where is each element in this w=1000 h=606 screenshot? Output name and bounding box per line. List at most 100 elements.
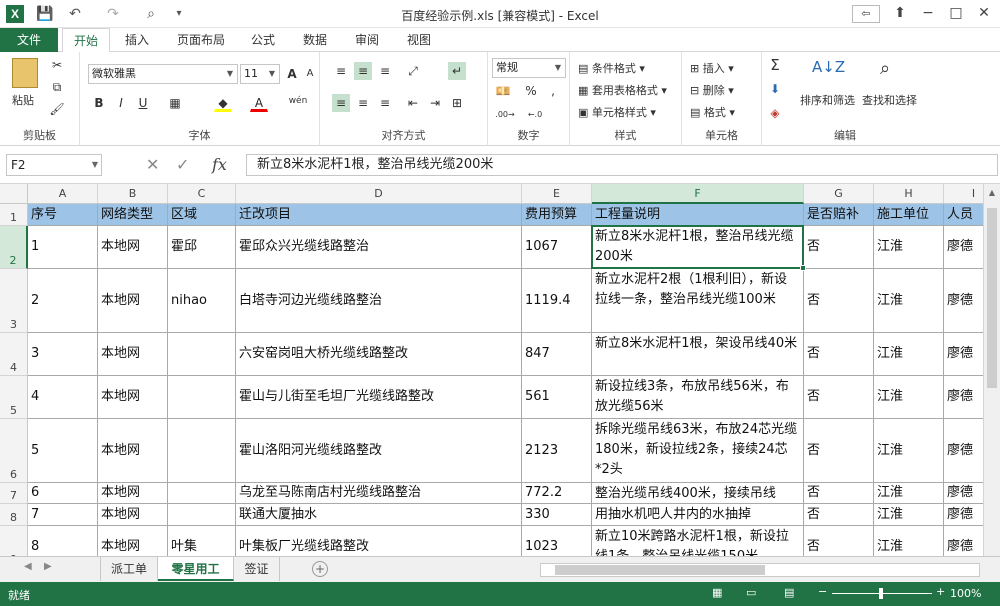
tab-formulas[interactable]: 公式 (240, 28, 286, 52)
table-cell[interactable]: 乌龙至马陈南店村光缆线路整治 (236, 483, 522, 504)
italic-button[interactable]: I (112, 94, 130, 112)
table-cell[interactable]: 否 (804, 226, 874, 269)
table-cell[interactable] (168, 483, 236, 504)
vertical-scrollbar[interactable]: ▲ (983, 184, 1000, 556)
table-cell[interactable]: 本地网 (98, 333, 168, 376)
horizontal-scrollbar[interactable] (540, 563, 980, 577)
table-cell[interactable]: 5 (28, 419, 98, 483)
copy-icon[interactable]: ⧉ (48, 78, 66, 96)
increase-indent-icon[interactable]: ⇥ (426, 94, 444, 112)
header-cell[interactable]: 网络类型 (98, 204, 168, 226)
header-cell[interactable]: 迁改项目 (236, 204, 522, 226)
maximize-button[interactable]: □ (942, 3, 970, 23)
table-cell[interactable] (168, 504, 236, 526)
table-cell[interactable]: 2123 (522, 419, 592, 483)
enter-icon[interactable]: ✓ (176, 155, 189, 174)
scroll-thumb[interactable] (987, 208, 997, 388)
column-header-e[interactable]: E (522, 184, 592, 204)
header-cell[interactable]: 工程量说明 (592, 204, 804, 226)
phonetic-guide-button[interactable]: wén (286, 92, 310, 110)
autosum-icon[interactable]: Σ (766, 56, 784, 74)
find-select-button[interactable]: 查找和选择 (862, 92, 917, 108)
table-cell[interactable]: 叶集板厂光缆线路整改 (236, 526, 522, 556)
column-header-c[interactable]: C (168, 184, 236, 204)
table-cell[interactable]: 新设拉线3条，布放吊线56米，布放光缆56米 (592, 376, 804, 419)
table-cell[interactable]: 本地网 (98, 376, 168, 419)
ribbon-display-options-icon[interactable]: ⬆ (886, 3, 914, 23)
table-cell[interactable]: 否 (804, 419, 874, 483)
zoom-level[interactable]: 100% (950, 587, 981, 600)
table-cell[interactable]: 本地网 (98, 419, 168, 483)
tab-page-layout[interactable]: 页面布局 (168, 28, 234, 52)
conditional-format-button[interactable]: ▤ 条件格式 ▾ (578, 60, 645, 76)
table-cell[interactable]: 7 (28, 504, 98, 526)
table-cell[interactable]: 新立8米水泥杆1根，整治吊线光缆200米 (592, 226, 804, 269)
name-box[interactable]: F2 ▼ (6, 154, 102, 176)
table-cell[interactable]: 本地网 (98, 504, 168, 526)
tab-data[interactable]: 数据 (292, 28, 338, 52)
table-cell[interactable]: 330 (522, 504, 592, 526)
header-cell[interactable]: 施工单位 (874, 204, 944, 226)
shrink-font-button[interactable]: A (301, 65, 319, 83)
font-color-button[interactable]: A (250, 94, 268, 112)
column-header-a[interactable]: A (28, 184, 98, 204)
align-bottom-icon[interactable]: ≡ (376, 62, 394, 80)
comma-button[interactable]: , (544, 82, 562, 100)
column-header-f[interactable]: F (592, 184, 804, 204)
zoom-out-icon[interactable]: − (818, 585, 827, 598)
paste-button[interactable]: 粘贴 (12, 92, 34, 108)
table-cell[interactable]: 联通大厦抽水 (236, 504, 522, 526)
scroll-thumb[interactable] (555, 565, 765, 575)
binoculars-icon[interactable]: ⌕ (880, 58, 890, 79)
table-cell[interactable]: 2 (28, 269, 98, 333)
table-cell[interactable]: 新立水泥杆2根（1根利旧），新设拉线一条，整治吊线光缆100米 (592, 269, 804, 333)
table-cell[interactable]: 霍山洛阳河光缆线路整改 (236, 419, 522, 483)
table-cell[interactable]: 江淮 (874, 333, 944, 376)
table-cell[interactable]: 用抽水机吧人井内的水抽掉 (592, 504, 804, 526)
sort-filter-icon[interactable]: A↓Z (812, 58, 845, 76)
table-cell[interactable]: 1023 (522, 526, 592, 556)
format-cells-button[interactable]: ▤ 格式 ▾ (690, 104, 735, 120)
table-cell[interactable]: 新立10米跨路水泥杆1根，新设拉线1条，整治吊线光缆150米 (592, 526, 804, 556)
table-cell[interactable]: 本地网 (98, 226, 168, 269)
format-as-table-button[interactable]: ▦ 套用表格格式 ▾ (578, 82, 667, 98)
scroll-up-icon[interactable]: ▲ (986, 188, 998, 198)
wrap-text-icon[interactable]: ↵ (448, 62, 466, 80)
table-cell[interactable]: 霍山与儿街至毛坦厂光缆线路整改 (236, 376, 522, 419)
table-cell[interactable]: 否 (804, 526, 874, 556)
sort-filter-button[interactable]: 排序和筛选 (800, 92, 855, 108)
fill-color-icon[interactable]: ◆ (214, 94, 232, 112)
row-header[interactable]: 8 (0, 504, 28, 526)
table-cell[interactable]: 江淮 (874, 504, 944, 526)
table-cell[interactable]: 霍邱 (168, 226, 236, 269)
table-cell[interactable]: 3 (28, 333, 98, 376)
minimize-button[interactable]: − (914, 3, 942, 23)
column-header-h[interactable]: H (874, 184, 944, 204)
close-button[interactable]: ✕ (970, 3, 998, 23)
header-cell[interactable]: 费用预算 (522, 204, 592, 226)
table-cell[interactable]: 叶集 (168, 526, 236, 556)
number-format-combo[interactable]: 常规 ▼ (492, 58, 566, 78)
table-cell[interactable]: nihao (168, 269, 236, 333)
bold-button[interactable]: B (90, 94, 108, 112)
header-cell[interactable]: 区域 (168, 204, 236, 226)
ribbon-toggle-icon[interactable]: ⇦ (852, 5, 880, 23)
table-cell[interactable]: 江淮 (874, 483, 944, 504)
row-header[interactable]: 2 (0, 226, 28, 269)
align-right-icon[interactable]: ≡ (376, 94, 394, 112)
table-cell[interactable] (168, 333, 236, 376)
fill-icon[interactable]: ⬇ (766, 80, 784, 98)
cell-styles-button[interactable]: ▣ 单元格样式 ▾ (578, 104, 656, 120)
table-cell[interactable]: 否 (804, 504, 874, 526)
table-cell[interactable]: 江淮 (874, 419, 944, 483)
table-cell[interactable]: 1067 (522, 226, 592, 269)
percent-button[interactable]: % (522, 82, 540, 100)
font-size-combo[interactable]: 11 ▼ (240, 64, 280, 84)
insert-function-button[interactable]: fx (212, 155, 227, 174)
page-layout-view-icon[interactable]: ▭ (746, 586, 756, 599)
sheet-tab-dispatch[interactable]: 派工单 (100, 557, 158, 581)
tab-file[interactable]: 文件 (0, 28, 58, 52)
align-center-icon[interactable]: ≡ (354, 94, 372, 112)
header-cell[interactable]: 是否赔补 (804, 204, 874, 226)
zoom-in-icon[interactable]: + (936, 585, 945, 598)
